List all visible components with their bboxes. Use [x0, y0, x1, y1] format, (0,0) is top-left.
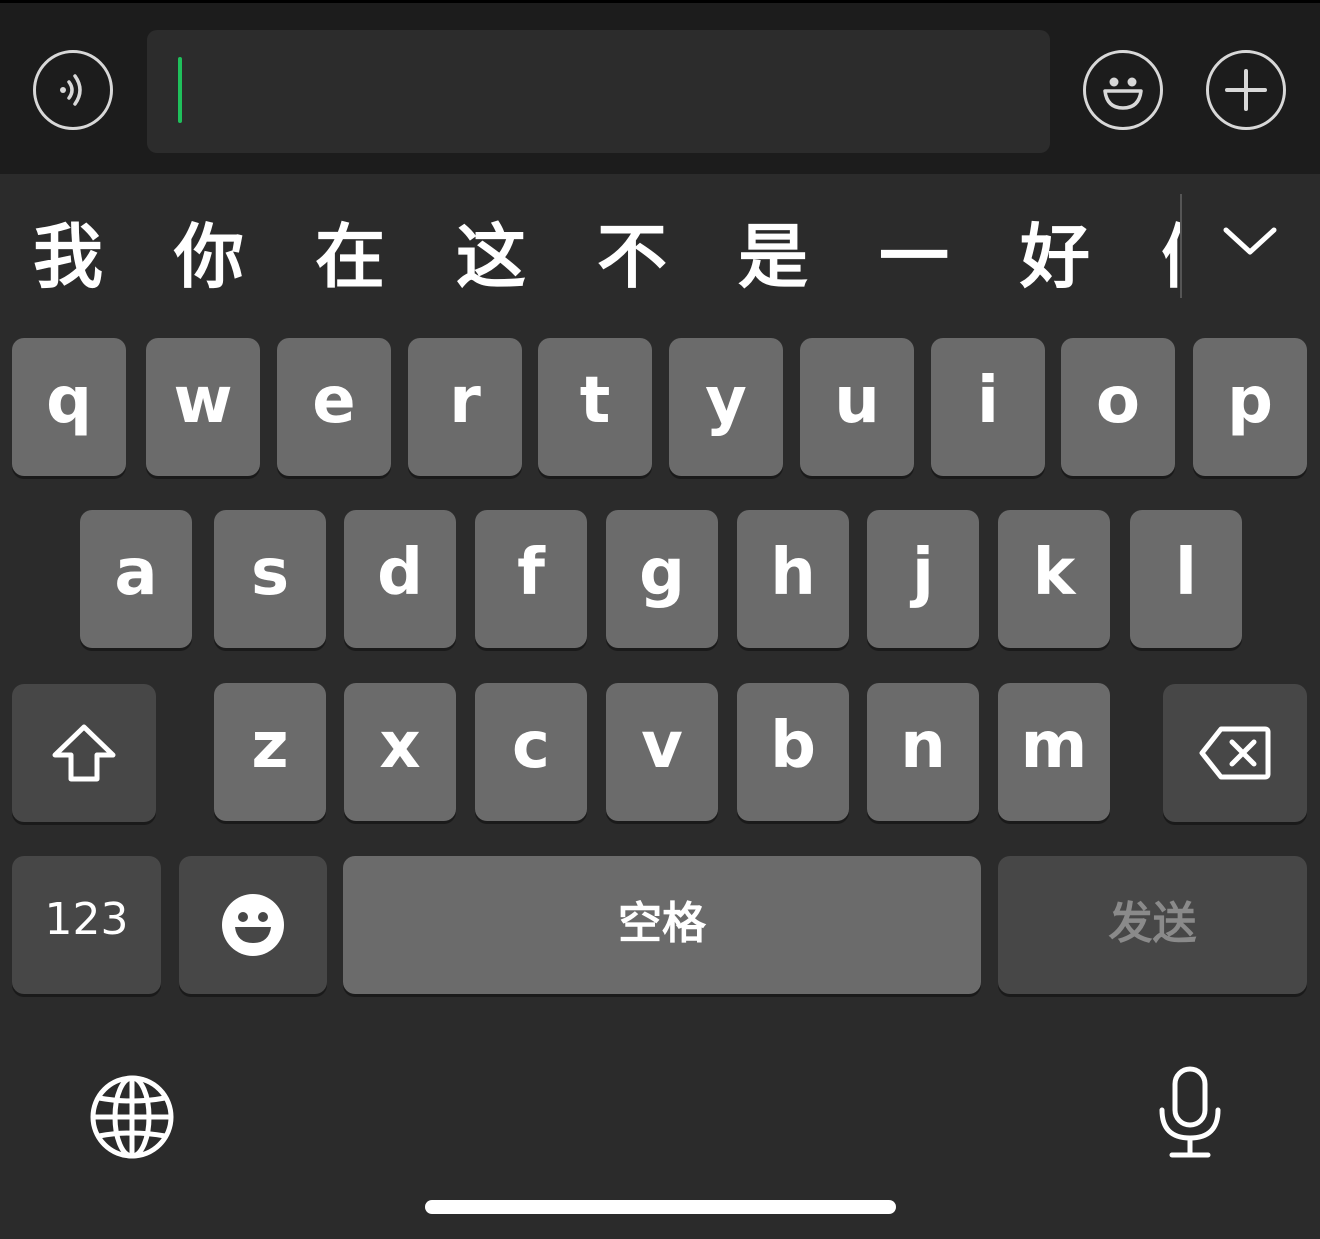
key-label: k — [1032, 536, 1076, 610]
shift-key[interactable] — [12, 684, 156, 822]
key-label: y — [705, 364, 747, 438]
candidate-word[interactable]: 是 — [728, 212, 818, 302]
key-label: f — [517, 536, 545, 610]
key-label: g — [639, 536, 685, 610]
chevron-down-icon[interactable] — [1222, 222, 1278, 262]
key-n[interactable]: n — [867, 683, 979, 821]
numbers-key[interactable]: 123 — [12, 856, 161, 994]
key-w[interactable]: w — [146, 338, 260, 476]
key-label: j — [912, 536, 934, 610]
key-label: d — [377, 536, 423, 610]
candidate-divider — [1180, 194, 1182, 298]
key-label: s — [250, 536, 290, 610]
send-key[interactable]: 发送 — [998, 856, 1307, 994]
key-r[interactable]: r — [408, 338, 522, 476]
chat-input-bar — [0, 0, 1320, 174]
smiley-icon — [1103, 77, 1143, 110]
text-caret — [178, 57, 182, 123]
backspace-icon — [1199, 726, 1271, 780]
key-b[interactable]: b — [737, 683, 849, 821]
key-y[interactable]: y — [669, 338, 783, 476]
key-label: c — [512, 709, 550, 783]
space-key-label: 空格 — [618, 898, 706, 949]
plus-icon — [1225, 69, 1267, 111]
shift-arrow-icon — [52, 724, 116, 782]
key-label: t — [579, 364, 611, 438]
key-e[interactable]: e — [277, 338, 391, 476]
candidate-word[interactable]: 在 — [305, 212, 395, 302]
candidate-word[interactable]: 这 — [446, 212, 536, 302]
key-q[interactable]: q — [12, 338, 126, 476]
key-f[interactable]: f — [475, 510, 587, 648]
key-label: z — [251, 709, 289, 783]
voice-input-button[interactable] — [33, 50, 113, 130]
key-i[interactable]: i — [931, 338, 1045, 476]
keyboard: 我你在这不是一好们 q w e r t y u i o p a s d f g h j k l z x c v b nm 123… — [0, 174, 1320, 1239]
more-actions-button[interactable] — [1206, 50, 1286, 130]
key-label: w — [173, 364, 233, 438]
key-label: i — [977, 364, 999, 438]
emoji-key[interactable] — [179, 856, 327, 994]
backspace-key[interactable] — [1163, 684, 1307, 822]
key-v[interactable]: v — [606, 683, 718, 821]
key-label: o — [1096, 364, 1140, 438]
candidate-word[interactable]: 好 — [1010, 212, 1100, 302]
key-label: e — [312, 364, 356, 438]
key-label: p — [1227, 364, 1273, 438]
key-label: n — [900, 709, 946, 783]
key-u[interactable]: u — [800, 338, 914, 476]
key-c[interactable]: c — [475, 683, 587, 821]
voice-wave-icon — [60, 74, 82, 106]
emoji-icon — [222, 894, 284, 956]
key-x[interactable]: x — [344, 683, 456, 821]
key-j[interactable]: j — [867, 510, 979, 648]
key-label: l — [1175, 536, 1197, 610]
emoji-panel-button[interactable] — [1083, 50, 1163, 130]
candidate-bar: 我你在这不是一好们 — [0, 174, 1320, 334]
space-key[interactable]: 空格 — [343, 856, 981, 994]
key-h[interactable]: h — [737, 510, 849, 648]
microphone-icon[interactable] — [1156, 1066, 1224, 1160]
key-s[interactable]: s — [214, 510, 326, 648]
key-t[interactable]: t — [538, 338, 652, 476]
globe-icon[interactable] — [89, 1074, 175, 1160]
key-label: x — [379, 709, 421, 783]
key-o[interactable]: o — [1061, 338, 1175, 476]
key-l[interactable]: l — [1130, 510, 1242, 648]
key-g[interactable]: g — [606, 510, 718, 648]
key-d[interactable]: d — [344, 510, 456, 648]
candidate-word[interactable]: 你 — [164, 212, 254, 302]
send-key-label: 发送 — [1108, 898, 1197, 949]
key-label: v — [641, 709, 683, 783]
home-indicator[interactable] — [425, 1200, 896, 1214]
message-input[interactable] — [147, 30, 1050, 153]
key-z[interactable]: z — [214, 683, 326, 821]
key-p[interactable]: p — [1193, 338, 1307, 476]
key-a[interactable]: a — [80, 510, 192, 648]
candidate-list: 我你在这不是一好们 — [0, 174, 1180, 334]
key-label: m — [1020, 709, 1088, 783]
key-label: u — [834, 364, 880, 438]
candidate-word[interactable]: 不 — [587, 212, 677, 302]
candidate-word[interactable]: 我 — [23, 212, 113, 302]
key-label: a — [114, 536, 158, 610]
key-label: q — [46, 364, 92, 438]
candidate-word[interactable]: 们 — [1151, 212, 1180, 302]
key-label: b — [770, 709, 816, 783]
candidate-word[interactable]: 一 — [869, 212, 959, 302]
key-label: r — [449, 364, 481, 438]
key-label: h — [770, 536, 816, 610]
key-m[interactable]: m — [998, 683, 1110, 821]
key-k[interactable]: k — [998, 510, 1110, 648]
numbers-key-label: 123 — [44, 893, 129, 945]
